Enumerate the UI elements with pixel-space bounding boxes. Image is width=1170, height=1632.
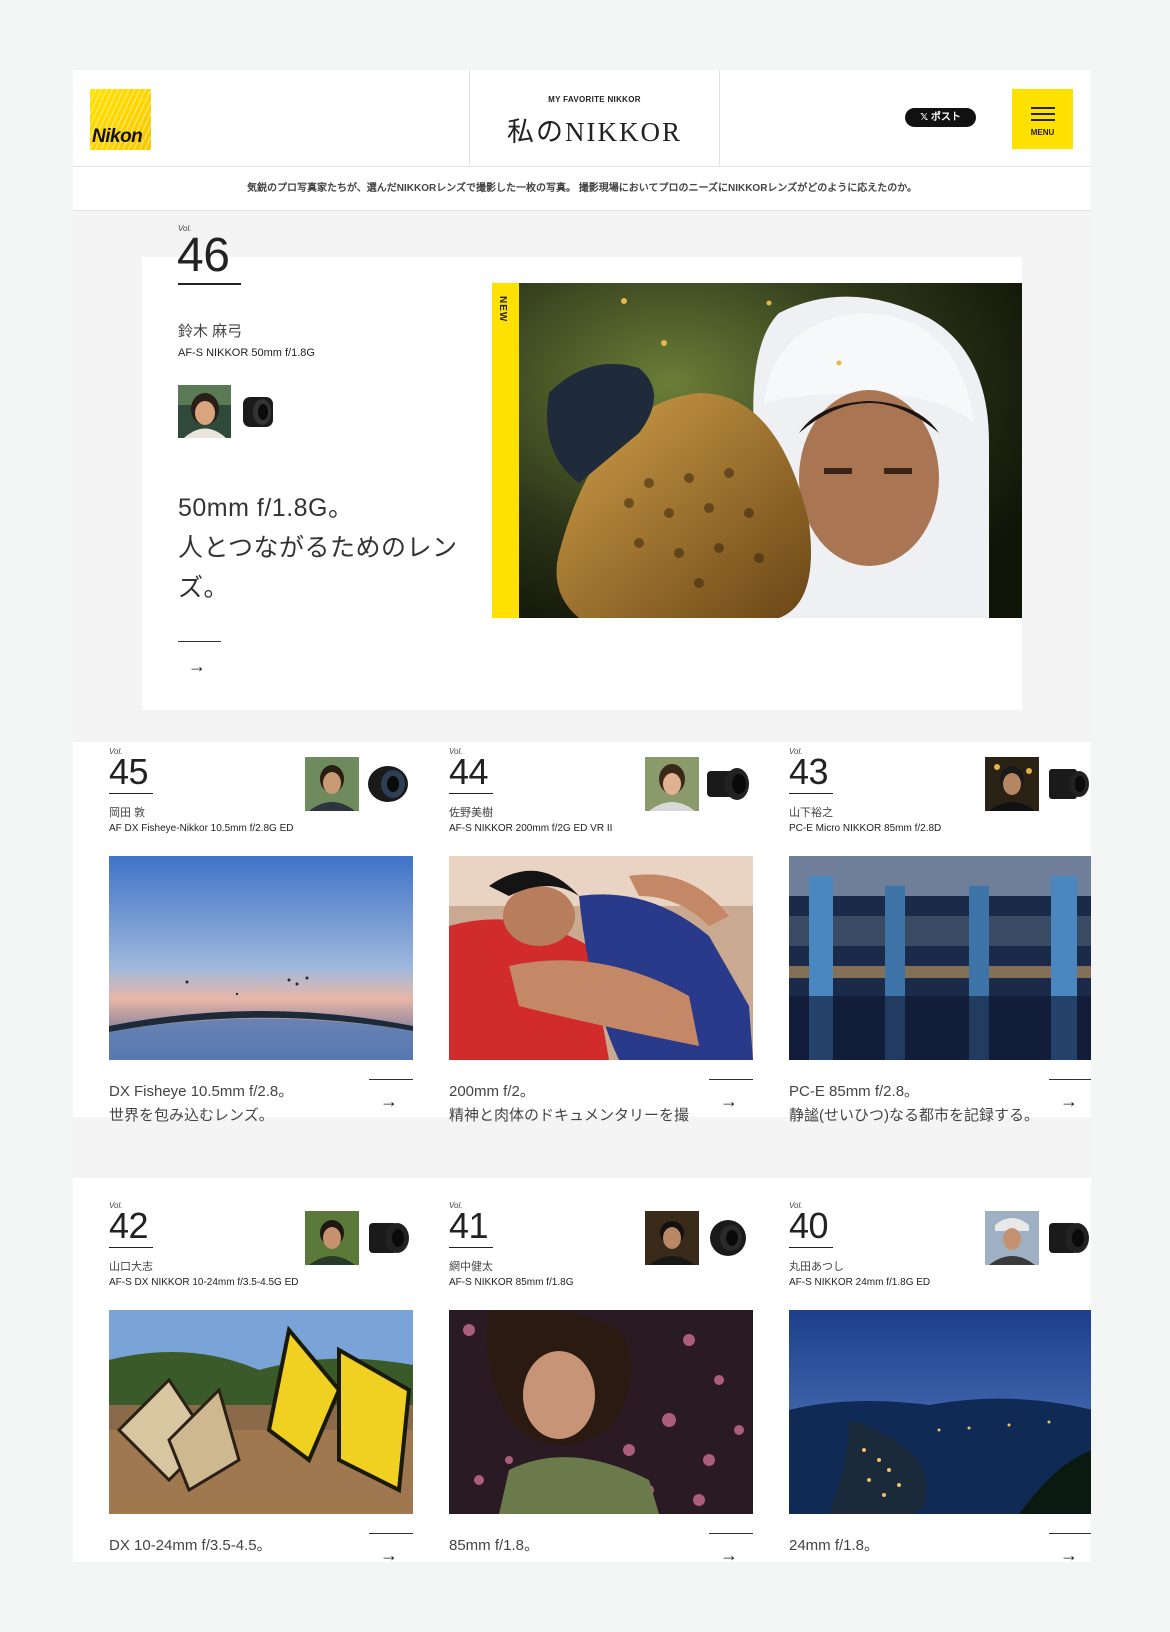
headline-line: 静謐(せいひつ)なる都市を記録する。 xyxy=(789,1107,1039,1124)
vol-number: 44 xyxy=(449,751,489,792)
featured-headline-line: 50mm f/1.8G。 xyxy=(178,494,354,522)
lens-thumbnail xyxy=(1043,1211,1091,1265)
vol-number: 41 xyxy=(449,1205,489,1246)
lens-thumbnail xyxy=(1043,757,1091,811)
vol-number: 40 xyxy=(789,1205,829,1246)
vol-underline xyxy=(178,283,241,285)
featured-headline-line: 人とつながるためのレン xyxy=(178,534,458,562)
page-frame: Nikon MY FAVORITE NIKKOR 私のNIKKOR 𝕏 ポスト … xyxy=(73,70,1091,1562)
lens-thumbnail xyxy=(363,757,413,811)
vol-underline xyxy=(789,1247,833,1248)
photographer-name: 山下裕之 xyxy=(789,807,833,819)
menu-label: MENU xyxy=(1030,128,1055,137)
vol-number: 43 xyxy=(789,751,829,792)
lens-thumbnail xyxy=(703,1211,753,1265)
vol-number: 45 xyxy=(109,751,149,792)
article-photo xyxy=(789,856,1091,1060)
lens-name: AF DX Fisheye-Nikkor 10.5mm f/2.8G ED xyxy=(109,823,294,834)
logo-wordmark: Nikon xyxy=(92,126,143,147)
arrow-rule xyxy=(709,1533,753,1534)
arrow-right-icon[interactable]: → xyxy=(1060,1091,1078,1112)
photographer-name: 岡田 敦 xyxy=(109,807,146,819)
menu-button[interactable]: MENU xyxy=(1012,89,1073,149)
article-headline: PC-E 85mm f/2.8。 静謐(せいひつ)なる都市を記録する。 xyxy=(789,1080,1051,1128)
lens-name: AF-S NIKKOR 24mm f/1.8G ED xyxy=(789,1277,931,1288)
vol-underline xyxy=(789,793,833,794)
headline-line: PC-E 85mm f/2.8。 xyxy=(789,1083,920,1100)
arrow-right-icon[interactable]: → xyxy=(720,1091,738,1112)
vol-underline xyxy=(109,793,153,794)
lens-name: PC-E Micro NIKKOR 85mm f/2.8D xyxy=(789,823,942,834)
arrow-right-icon[interactable]: → xyxy=(380,1545,398,1562)
article-photo xyxy=(109,856,413,1060)
hamburger-icon xyxy=(1031,113,1055,115)
new-badge xyxy=(492,283,519,618)
hamburger-icon xyxy=(1031,119,1055,121)
x-post-button[interactable]: 𝕏 ポスト xyxy=(905,108,976,127)
arrow-right-icon[interactable]: → xyxy=(380,1091,398,1112)
article-photo xyxy=(449,1310,753,1514)
arrow-rule xyxy=(1049,1079,1091,1080)
arrow-rule xyxy=(369,1533,413,1534)
featured-photographer-name: 鈴木 麻弓 xyxy=(178,323,243,340)
photographer-avatar xyxy=(985,757,1039,811)
featured-photo[interactable] xyxy=(519,283,1022,618)
site-title[interactable]: 私のNIKKOR xyxy=(470,110,719,149)
headline-line: 24mm f/1.8。 xyxy=(789,1537,880,1554)
arrow-right-icon[interactable]: → xyxy=(720,1545,738,1562)
featured-vol-number: 46 xyxy=(177,229,230,282)
headline-line: DX Fisheye 10.5mm f/2.8。 xyxy=(109,1083,294,1100)
lens-name: AF-S DX NIKKOR 10-24mm f/3.5-4.5G ED xyxy=(109,1277,299,1288)
vol-underline xyxy=(449,1247,493,1248)
photographer-name: 網中健太 xyxy=(449,1261,493,1273)
arrow-right-icon[interactable]: → xyxy=(188,656,206,677)
new-badge-label: NEW xyxy=(497,296,508,323)
photographer-avatar xyxy=(645,757,699,811)
lens-name: AF-S NIKKOR 200mm f/2G ED VR II xyxy=(449,823,613,834)
site-subtitle: MY FAVORITE NIKKOR xyxy=(548,95,641,104)
arrow-rule xyxy=(709,1079,753,1080)
arrow-rule xyxy=(369,1079,413,1080)
arrow-right-icon[interactable]: → xyxy=(1060,1545,1078,1562)
headline-line: 200mm f/2。 xyxy=(449,1083,535,1100)
article-headline: DX 10-24mm f/3.5-4.5。 xyxy=(109,1534,371,1558)
headline-line: 精神と肉体のドキュメンタリーを撮 xyxy=(449,1107,690,1124)
article-photo xyxy=(789,1310,1091,1514)
arrow-rule xyxy=(178,641,221,642)
site-tagline: 気鋭のプロ写真家たちが、選んだNIKKORレンズで撮影した一枚の写真。 撮影現場… xyxy=(73,167,1091,211)
lens-thumbnail xyxy=(703,757,753,811)
arrow-rule xyxy=(1049,1533,1091,1534)
featured-headline: 50mm f/1.8G。 人とつながるためのレン ズ。 xyxy=(178,488,478,608)
hamburger-icon xyxy=(1031,107,1055,109)
article-headline: DX Fisheye 10.5mm f/2.8。 世界を包み込むレンズ。 xyxy=(109,1080,371,1128)
photographer-avatar xyxy=(985,1211,1039,1265)
article-headline: 24mm f/1.8。 xyxy=(789,1534,1051,1558)
article-headline: 200mm f/2。 精神と肉体のドキュメンタリーを撮 xyxy=(449,1080,711,1128)
nikon-logo[interactable]: Nikon xyxy=(90,89,151,150)
lens-thumbnail xyxy=(240,393,276,431)
headline-line: DX 10-24mm f/3.5-4.5。 xyxy=(109,1537,272,1554)
header-divider xyxy=(719,70,720,167)
photographer-name: 山口大志 xyxy=(109,1261,153,1273)
photographer-avatar xyxy=(305,757,359,811)
photographer-name: 丸田あつし xyxy=(789,1261,844,1273)
featured-headline-line: ズ。 xyxy=(178,574,230,602)
lens-thumbnail xyxy=(363,1211,413,1265)
photographer-avatar xyxy=(645,1211,699,1265)
photographer-avatar xyxy=(178,385,231,438)
vol-underline xyxy=(449,793,493,794)
article-photo xyxy=(109,1310,413,1514)
photographer-avatar xyxy=(305,1211,359,1265)
vol-number: 42 xyxy=(109,1205,149,1246)
headline-line: 85mm f/1.8。 xyxy=(449,1537,540,1554)
article-photo xyxy=(449,856,753,1060)
article-headline: 85mm f/1.8。 xyxy=(449,1534,711,1558)
headline-line: 世界を包み込むレンズ。 xyxy=(109,1107,274,1124)
featured-lens-name: AF-S NIKKOR 50mm f/1.8G xyxy=(178,347,315,359)
lens-name: AF-S NIKKOR 85mm f/1.8G xyxy=(449,1277,574,1288)
site-header: Nikon MY FAVORITE NIKKOR 私のNIKKOR 𝕏 ポスト … xyxy=(73,70,1091,167)
vol-underline xyxy=(109,1247,153,1248)
photographer-name: 佐野美樹 xyxy=(449,807,493,819)
